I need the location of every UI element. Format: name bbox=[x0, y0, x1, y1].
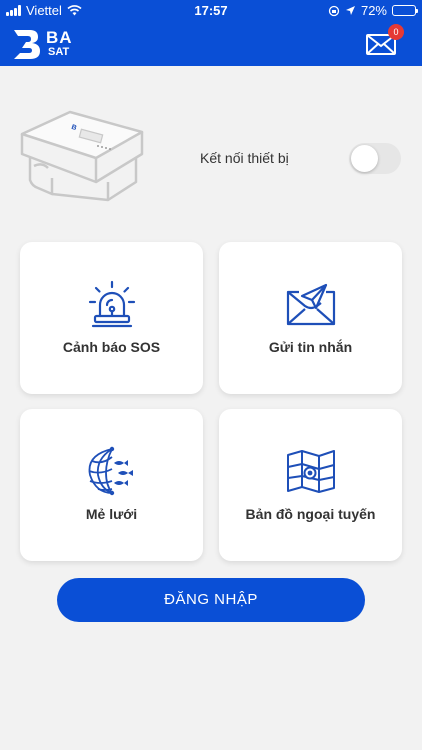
offline-map-icon bbox=[287, 450, 335, 493]
connect-device-label: Kết nối thiết bị bbox=[200, 150, 289, 166]
logo-text-sat: SAT bbox=[48, 46, 70, 58]
orientation-lock-icon bbox=[328, 5, 340, 16]
inbox-button[interactable]: 0 bbox=[366, 24, 404, 58]
fishing-net-card[interactable]: Mẻ lưới bbox=[20, 409, 203, 561]
status-bar: Viettel 17:57 72% bbox=[0, 0, 422, 22]
device-illustration: B bbox=[20, 110, 144, 202]
battery-percent: 72% bbox=[360, 3, 387, 18]
battery-icon bbox=[392, 5, 418, 16]
send-message-icon bbox=[286, 283, 336, 326]
logo-mark-icon bbox=[14, 30, 40, 59]
status-right: 72% bbox=[328, 3, 418, 18]
sos-alert-card[interactable]: Cảnh báo SOS bbox=[20, 242, 203, 394]
login-button[interactable]: ĐĂNG NHẬP bbox=[57, 578, 365, 622]
location-arrow-icon bbox=[345, 6, 355, 15]
sos-alert-label: Cảnh báo SOS bbox=[62, 339, 161, 355]
logo-text-ba: BA bbox=[46, 28, 73, 47]
connect-device-toggle[interactable] bbox=[349, 143, 401, 174]
app-header: BA SAT 0 bbox=[0, 22, 422, 66]
toggle-knob bbox=[351, 145, 378, 172]
mail-badge: 0 bbox=[388, 24, 404, 40]
offline-map-card[interactable]: Bản đồ ngoại tuyến bbox=[219, 409, 402, 561]
send-message-label: Gửi tin nhắn bbox=[268, 339, 353, 355]
sos-alarm-icon bbox=[88, 280, 136, 328]
fishing-net-label: Mẻ lưới bbox=[85, 506, 138, 522]
app-logo: BA SAT bbox=[10, 26, 90, 62]
offline-map-label: Bản đồ ngoại tuyến bbox=[245, 506, 376, 522]
fishing-net-icon bbox=[88, 446, 133, 496]
send-message-card[interactable]: Gửi tin nhắn bbox=[219, 242, 402, 394]
